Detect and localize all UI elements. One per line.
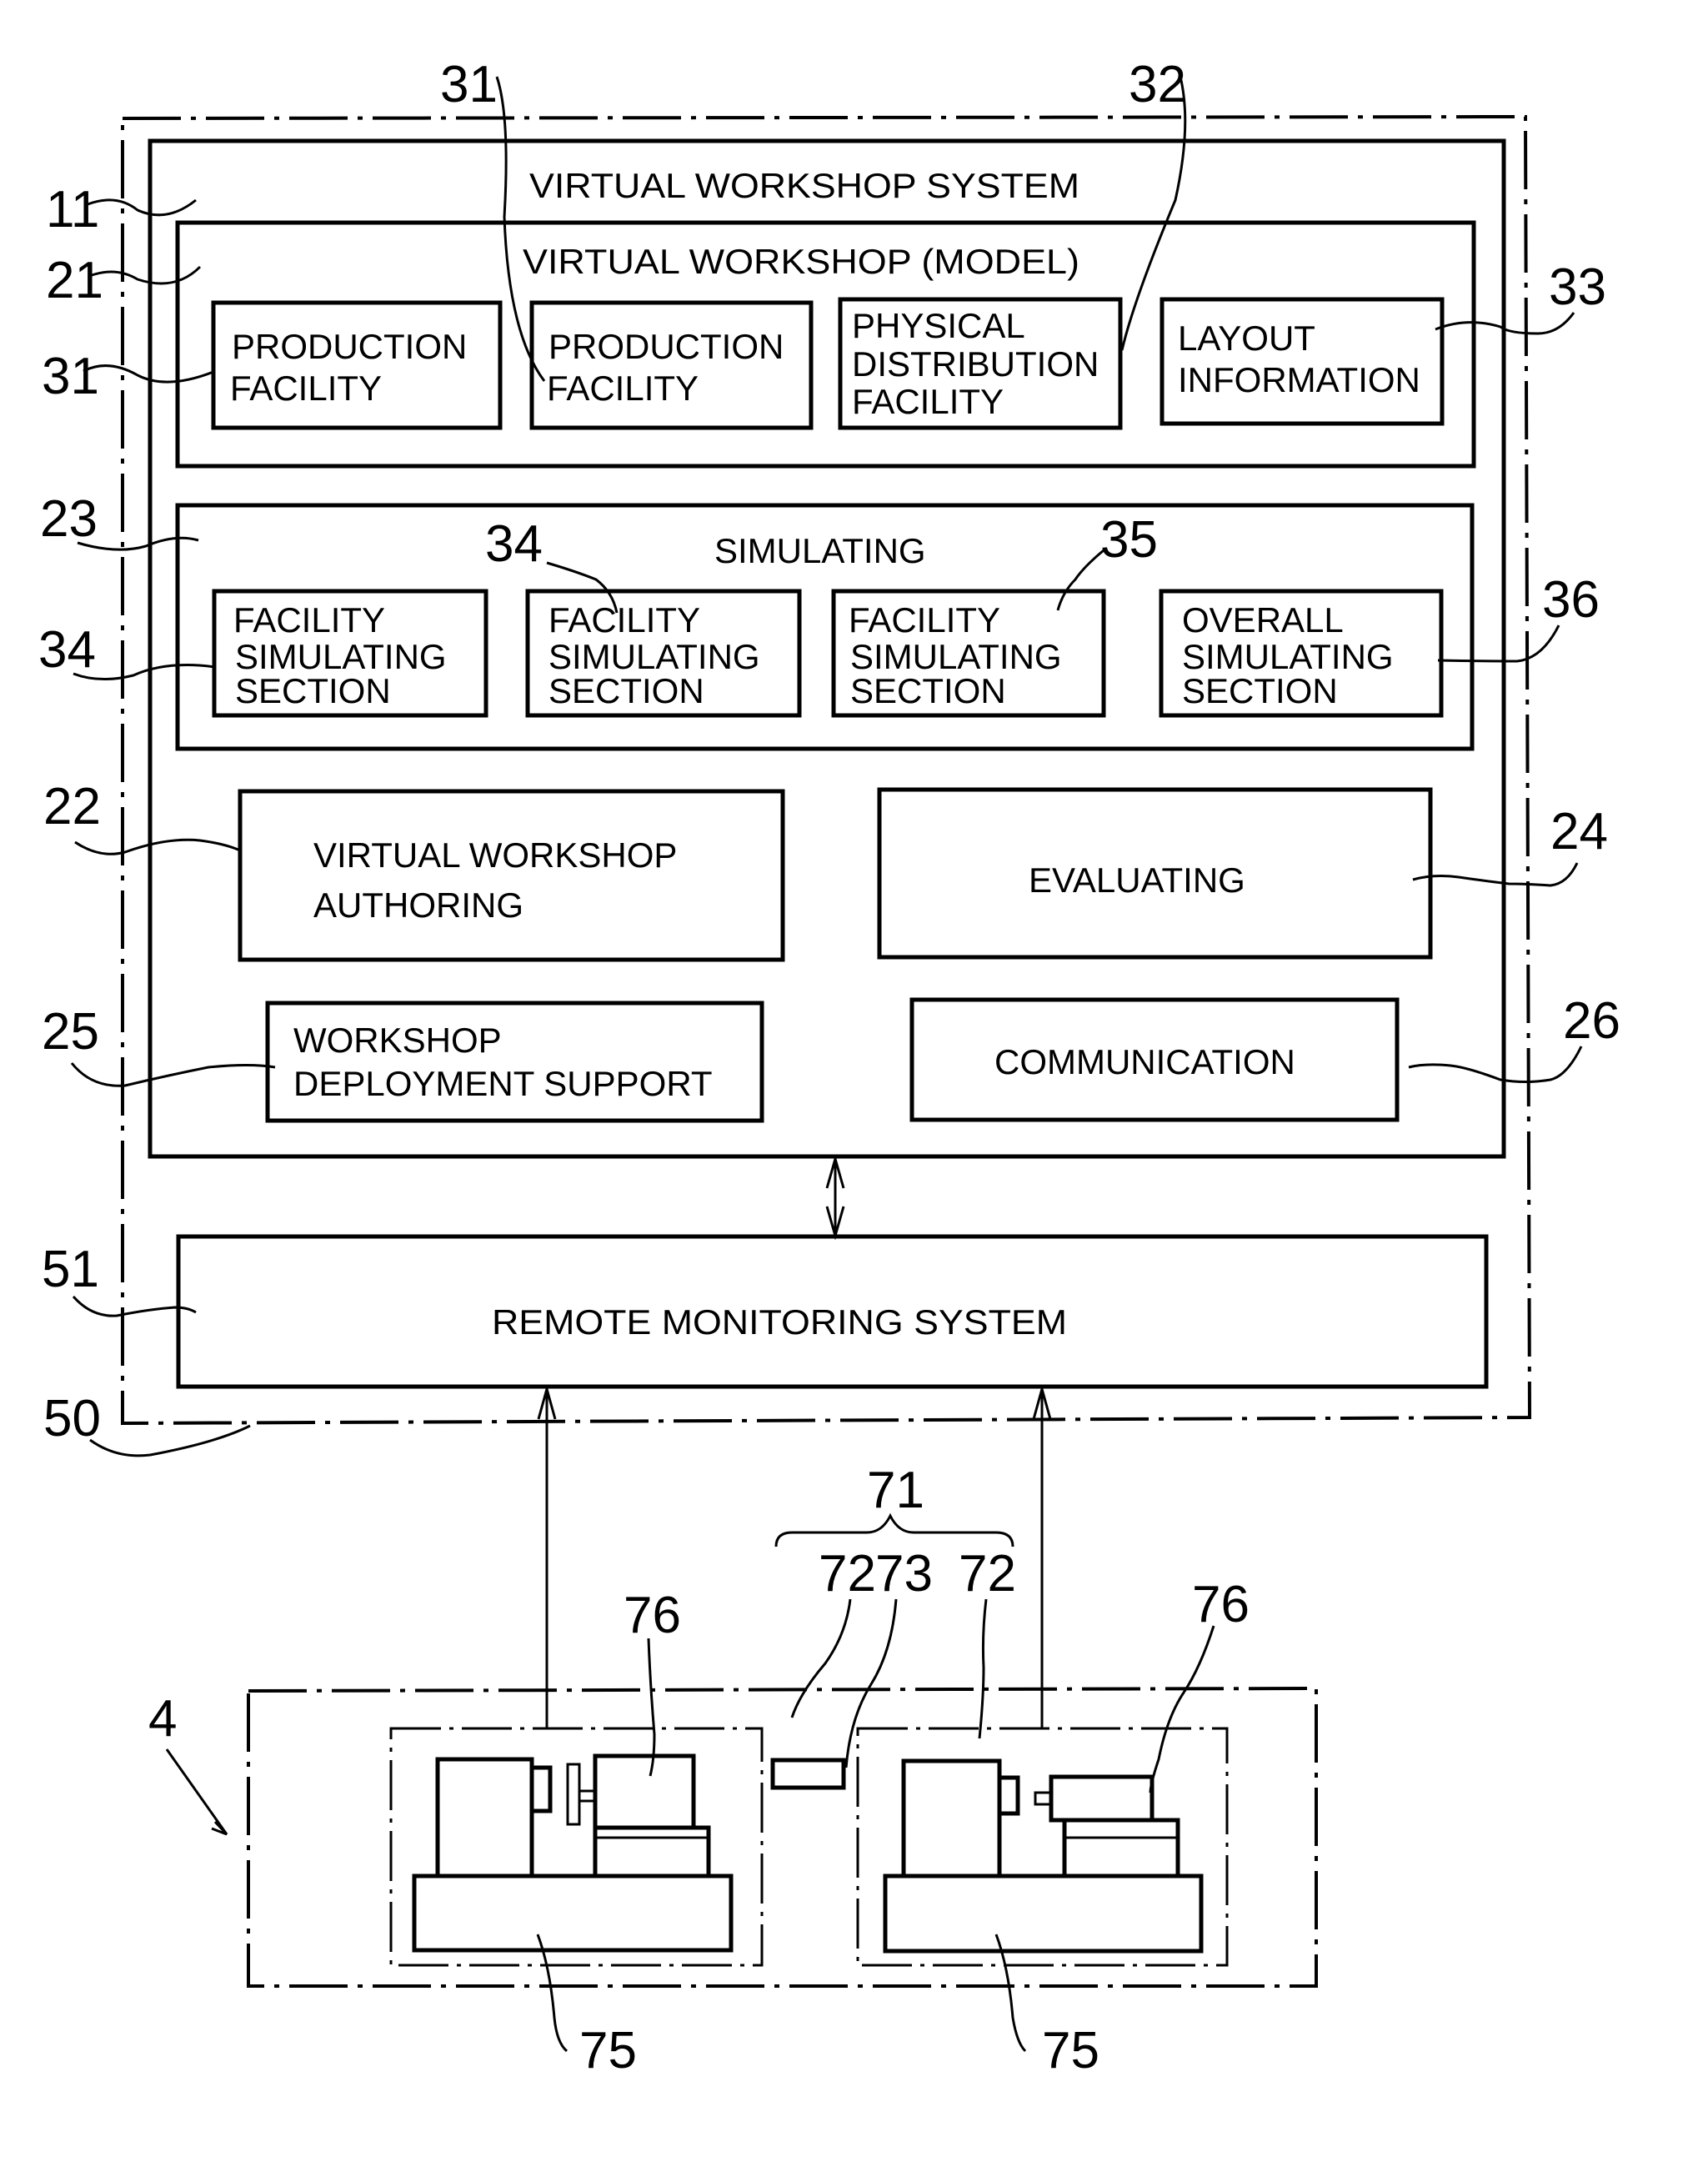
machine-left	[412, 1753, 734, 1953]
ref-76-right: 76	[1192, 1576, 1250, 1633]
overall-sim-line-3: SECTION	[1182, 671, 1338, 710]
ref-32-top: 32	[1129, 56, 1186, 113]
ref-25: 25	[42, 1003, 99, 1061]
ref-51: 51	[42, 1241, 99, 1298]
overall-sim-line-2: SIMULATING	[1182, 637, 1394, 676]
ref-34-left: 34	[38, 621, 96, 679]
authoring-line-1: VIRTUAL WORKSHOP	[313, 835, 677, 875]
ref-31-top: 31	[440, 56, 498, 113]
ref-75-right: 75	[1042, 2022, 1099, 2079]
authoring-line-2: AUTHORING	[313, 885, 523, 925]
machine-area-right-72	[856, 1727, 1229, 1967]
facility-sim-3-line-3: SECTION	[850, 671, 1006, 710]
facility-sim-1-line-1: FACILITY	[233, 600, 385, 640]
outer-boundary-50	[121, 114, 1532, 1426]
patent-figure: VIRTUAL WORKSHOP SYSTEM VIRTUAL WORKSHOP…	[38, 56, 1620, 2079]
ref-26: 26	[1563, 992, 1620, 1050]
virtual-workshop-model-label: VIRTUAL WORKSHOP (MODEL)	[523, 242, 1079, 281]
facility-sim-1-line-3: SECTION	[235, 671, 391, 710]
virtual-workshop-authoring-box	[238, 789, 785, 962]
bidirectional-arrow	[825, 1154, 845, 1241]
physical-distribution-line-2: DISTRIBUTION	[852, 344, 1099, 384]
upward-arrow-left	[537, 1384, 557, 1728]
connector-73	[770, 1758, 846, 1790]
ref-72-left: 72	[819, 1545, 876, 1603]
production-facility-2-line-2: FACILITY	[547, 369, 699, 408]
facility-sim-2-line-2: SIMULATING	[548, 637, 760, 676]
ref-50: 50	[43, 1390, 101, 1447]
production-facility-2-line-1: PRODUCTION	[548, 327, 784, 366]
deployment-line-1: WORKSHOP	[293, 1021, 502, 1060]
ref-34-top: 34	[485, 515, 543, 573]
communication-label: COMMUNICATION	[994, 1042, 1295, 1081]
ref-11: 11	[46, 181, 99, 238]
group-brace-71	[774, 1512, 1014, 1547]
production-facility-1-line-2: FACILITY	[230, 369, 382, 408]
upward-arrow-right	[1032, 1384, 1052, 1728]
layout-information-line-2: INFORMATION	[1178, 360, 1420, 399]
virtual-workshop-system-label: VIRTUAL WORKSHOP SYSTEM	[529, 166, 1079, 205]
physical-distribution-line-3: FACILITY	[852, 382, 1004, 421]
ref-33: 33	[1549, 258, 1606, 316]
ref-4: 4	[148, 1690, 177, 1748]
ref-35: 35	[1100, 511, 1158, 569]
facility-sim-3-line-1: FACILITY	[849, 600, 1000, 640]
machine-right	[883, 1758, 1204, 1954]
layout-information-line-1: LAYOUT	[1178, 319, 1315, 358]
ref-72-right: 72	[959, 1545, 1016, 1603]
ref-23: 23	[40, 490, 98, 548]
physical-distribution-line-1: PHYSICAL	[852, 306, 1025, 345]
ref-73: 73	[875, 1545, 933, 1603]
facility-sim-2-line-1: FACILITY	[548, 600, 700, 640]
overall-sim-line-1: OVERALL	[1182, 600, 1344, 640]
remote-monitoring-label: REMOTE MONITORING SYSTEM	[492, 1302, 1067, 1342]
evaluating-label: EVALUATING	[1029, 860, 1245, 900]
ref-31-left: 31	[42, 348, 99, 405]
ref-24: 24	[1550, 803, 1608, 860]
facility-sim-2-line-3: SECTION	[548, 671, 704, 710]
production-facility-1-line-1: PRODUCTION	[232, 327, 467, 366]
ref-36: 36	[1542, 571, 1600, 629]
ref-75-left: 75	[579, 2022, 637, 2079]
ref-71: 71	[867, 1462, 924, 1519]
ref-21: 21	[46, 252, 103, 309]
deployment-line-2: DEPLOYMENT SUPPORT	[293, 1064, 713, 1103]
simulating-label: SIMULATING	[714, 531, 926, 570]
facility-sim-3-line-2: SIMULATING	[850, 637, 1062, 676]
ref-76-left: 76	[624, 1587, 681, 1644]
facility-sim-1-line-2: SIMULATING	[235, 637, 447, 676]
ref-22: 22	[43, 778, 101, 835]
